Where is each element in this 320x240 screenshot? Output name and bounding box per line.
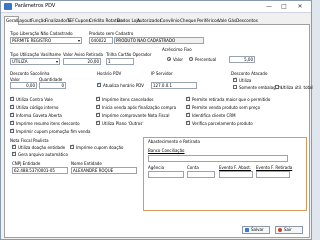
sair-label: Sair <box>284 227 292 232</box>
agencia-input[interactable] <box>148 171 184 178</box>
title-bar: Parâmetros PDV — □ ✕ <box>1 1 311 13</box>
checkbox-box <box>96 120 100 125</box>
tab-cheque[interactable]: Cheque <box>179 17 197 25</box>
nome-entidade-input[interactable]: ALEXANDRE ROQUE <box>71 167 137 174</box>
trilha-input[interactable]: 1 <box>106 58 134 65</box>
maximize-button[interactable]: □ <box>278 2 290 11</box>
checkbox-label: Imprime cupom doação <box>76 145 124 150</box>
radio-label: Percentual <box>195 57 217 62</box>
evento-retirada-input[interactable] <box>256 171 290 178</box>
tipo-utilizacao-label: Tipo Utilização Vasilhame <box>10 52 61 57</box>
radio-dot <box>189 57 193 61</box>
checkbox-box <box>186 104 190 109</box>
checkbox-label: Identifica cliente CRM <box>192 113 236 118</box>
checkbox-box <box>12 144 16 149</box>
abastecimento-title: Abastecimento e Retirada <box>147 139 201 144</box>
tipo-utilizacao-select[interactable]: UTILIZA <box>10 58 60 65</box>
ip-input[interactable]: 127.0.0.1 <box>151 82 197 89</box>
checkbox-label: Permite retirada maior que o permitido <box>192 97 271 102</box>
checkbox-label: Permite venda produto sem preço <box>192 105 261 110</box>
checkbox-label: Utiliza código interno <box>16 105 59 110</box>
app-icon <box>4 3 12 10</box>
save-icon <box>245 228 249 232</box>
produto-label: Produto sem Cadastro <box>89 31 134 36</box>
ip-label: IP Servidor <box>151 71 173 76</box>
agencia-label: Agência <box>148 165 165 170</box>
acrescimo-input[interactable]: 5,00 <box>229 56 255 63</box>
tab-convenio[interactable]: Convênio <box>159 17 181 25</box>
trilha-label: Trilha Cartão Operador <box>106 52 152 57</box>
exit-icon <box>278 228 282 232</box>
checkbox-box <box>186 120 190 125</box>
evento-abast-input[interactable] <box>219 171 253 178</box>
window-title: Parâmetros PDV <box>15 3 56 9</box>
checkbox-box <box>96 112 100 117</box>
tipo-liberacao-label: Tipo Liberação Não Cadastrado <box>10 31 73 36</box>
acrescimo-label: Acréscimo Fixo <box>162 47 192 52</box>
desconto-atacado-label: Desconto Atacado <box>231 71 268 76</box>
checkbox-box <box>275 85 279 89</box>
checkbox-box <box>233 85 237 89</box>
tipo-liberacao-select[interactable]: PERMITE REGISTRO <box>10 37 82 44</box>
close-button[interactable]: ✕ <box>294 2 306 11</box>
tab-strip: Geral Layout Função Finalizadora TEF Cup… <box>4 16 310 26</box>
checkbox-label: Gera arquivo automático <box>18 152 68 157</box>
checkbox-label: Informa Gaveta Aberta <box>16 113 62 118</box>
checkbox-box <box>10 112 14 117</box>
checkbox-label: Utiliza útil. total <box>281 85 313 90</box>
checkbox-box <box>186 96 190 101</box>
tab-panel-geral: Tipo Liberação Não Cadastrado PERMITE RE… <box>4 25 313 238</box>
checkbox-label: Utiliza Plano 'Outros' <box>102 121 144 126</box>
conta-input[interactable] <box>187 171 215 178</box>
conta-label: Conta <box>187 165 199 170</box>
checkbox-box <box>12 151 16 156</box>
evento-abast-link[interactable]: Evento F. Abast. <box>219 165 251 170</box>
checkbox-label: Imprime resumo itens desconto <box>16 121 80 126</box>
checkbox-box <box>96 104 100 109</box>
salvar-label: Salvar <box>251 227 264 232</box>
nome-entidade-label: Nome Entidade <box>71 161 102 166</box>
desconto-valor-input[interactable]: 0,00 <box>10 82 37 89</box>
banco-input[interactable] <box>148 155 288 162</box>
sair-button[interactable]: Sair <box>275 226 303 234</box>
checkbox-label: Imprime comprovante Nota Fiscal <box>102 113 170 118</box>
checkbox-box <box>10 120 14 125</box>
tab-descontos[interactable]: Descontos <box>235 17 259 25</box>
checkbox-label: Imprime itens cancelados <box>102 97 154 102</box>
valor-aviso-input[interactable]: 20,00 <box>63 58 101 65</box>
minimize-button[interactable]: — <box>263 2 275 11</box>
valor-aviso-label: Valor Aviso Retirada <box>63 52 103 57</box>
window: Parâmetros PDV — □ ✕ Geral Layout Função… <box>0 0 313 240</box>
horario-label: Horário PDV <box>97 71 122 76</box>
cnpj-label: CNPJ Entidade <box>12 161 41 166</box>
cnpj-input[interactable]: 62.488.537/0001-05 <box>12 167 68 174</box>
checkbox-label: Verifica parcelamento produto <box>192 121 253 126</box>
checkbox-label: Imprimir cupom promoção fim venda <box>16 129 91 134</box>
evento-retirada-link[interactable]: Evento F. Retirada <box>256 165 292 170</box>
checkbox-label: Utiliza doação entidade <box>18 145 66 150</box>
checkbox-label: Utiliza <box>239 78 252 83</box>
checkbox-box <box>10 96 14 101</box>
checkbox-box <box>97 82 101 87</box>
checkbox-label: Utiliza Contra Vale <box>16 97 53 102</box>
salvar-button[interactable]: Salvar <box>242 226 270 234</box>
checkbox-box <box>186 112 190 117</box>
checkbox-box <box>10 128 14 133</box>
checkbox-box <box>70 144 74 149</box>
checkbox-label: Inicia venda após finalização compra <box>102 105 177 110</box>
checkbox-box <box>96 96 100 101</box>
radio-label: Valor <box>173 57 184 62</box>
produto-code-input[interactable]: 040022 <box>89 37 113 44</box>
produto-desc-field: PRODUTO NAO CADASTRADO <box>114 37 204 44</box>
checkbox-box <box>233 77 237 82</box>
radio-dot <box>167 57 171 61</box>
checkbox-label: Atualiza horário PDV <box>103 83 144 88</box>
desconto-sacolinha-label: Desconto Sacolinha <box>10 71 50 76</box>
banco-conciliacao-link[interactable]: Banco Conciliação <box>148 148 185 153</box>
desconto-quantidade-input[interactable]: 0 <box>39 82 66 89</box>
nota-paulista-title: Nota Fiscal Paulista <box>10 138 49 143</box>
checkbox-box <box>10 104 14 109</box>
